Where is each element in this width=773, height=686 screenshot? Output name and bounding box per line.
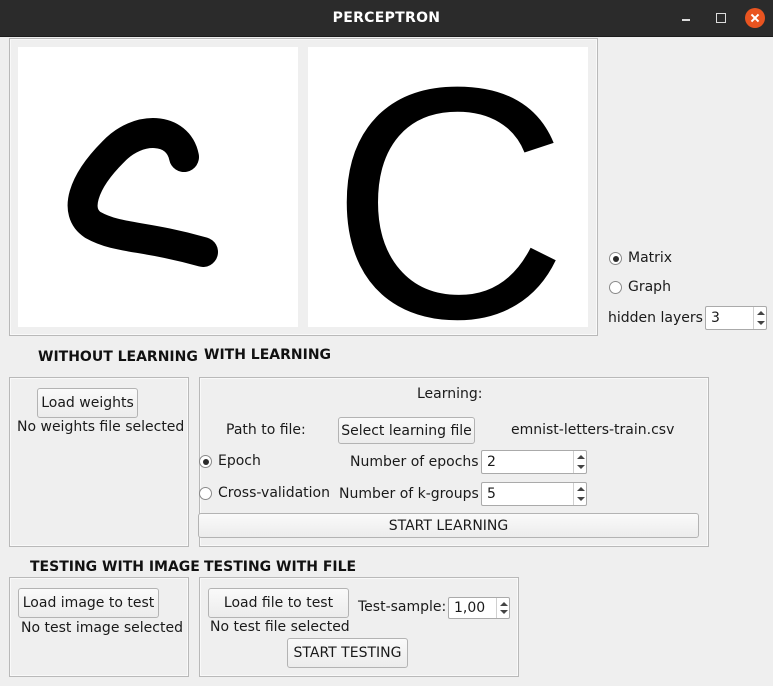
predicted-letter: C	[330, 47, 568, 327]
title-bar: PERCEPTRON	[0, 0, 773, 37]
spin-down-icon[interactable]	[577, 497, 585, 501]
spin-up-icon[interactable]	[577, 455, 585, 459]
matrix-label: Matrix	[628, 250, 673, 266]
prediction-canvas: C	[308, 47, 588, 327]
with-learning-heading: WITH LEARNING	[204, 347, 332, 363]
test-image-status: No test image selected	[21, 620, 183, 636]
testing-image-heading: TESTING WITH IMAGE	[30, 559, 200, 575]
select-learning-file-button[interactable]: Select learning file	[338, 417, 475, 444]
cross-validation-radio[interactable]	[199, 487, 212, 500]
spin-up-icon[interactable]	[577, 487, 585, 491]
drawing-canvas[interactable]	[18, 47, 298, 327]
learning-file-name: emnist-letters-train.csv	[511, 422, 675, 438]
epochs-value: 2	[487, 454, 496, 470]
spin-arrows[interactable]	[753, 307, 766, 329]
epoch-label: Epoch	[218, 453, 261, 469]
start-learning-button[interactable]: START LEARNING	[198, 513, 699, 538]
epochs-label: Number of epochs	[350, 454, 479, 470]
without-learning-heading: WITHOUT LEARNING	[38, 349, 198, 365]
matrix-radio[interactable]	[609, 252, 622, 265]
test-sample-spinbox[interactable]: 1,00	[448, 597, 510, 619]
spin-arrows[interactable]	[573, 483, 586, 505]
spin-arrows[interactable]	[496, 598, 509, 618]
hidden-layers-label: hidden layers	[608, 310, 703, 326]
spin-up-icon[interactable]	[500, 602, 508, 606]
epoch-radio[interactable]	[199, 455, 212, 468]
kgroups-spinbox[interactable]: 5	[481, 482, 587, 506]
hidden-layers-value: 3	[711, 310, 720, 326]
path-label: Path to file:	[226, 422, 306, 438]
minimize-icon[interactable]	[677, 8, 697, 28]
spin-arrows[interactable]	[573, 451, 586, 473]
kgroups-value: 5	[487, 486, 496, 502]
load-file-button[interactable]: Load file to test	[208, 588, 349, 618]
svg-text:C: C	[330, 47, 568, 327]
testing-file-heading: TESTING WITH FILE	[204, 559, 357, 575]
test-file-status: No test file selected	[210, 619, 350, 635]
test-sample-label: Test-sample:	[358, 599, 447, 615]
kgroups-label: Number of k-groups	[339, 486, 479, 502]
epochs-spinbox[interactable]: 2	[481, 450, 587, 474]
graph-radio[interactable]	[609, 281, 622, 294]
test-sample-value: 1,00	[454, 600, 486, 616]
close-icon[interactable]	[745, 8, 765, 28]
window-title: PERCEPTRON	[332, 10, 441, 26]
handwritten-stroke	[67, 118, 218, 267]
spin-down-icon[interactable]	[757, 321, 765, 325]
weights-status: No weights file selected	[17, 419, 185, 435]
hidden-layers-spinbox[interactable]: 3	[705, 306, 767, 330]
spin-down-icon[interactable]	[577, 465, 585, 469]
load-image-button[interactable]: Load image to test	[18, 588, 159, 618]
spin-up-icon[interactable]	[757, 311, 765, 315]
load-weights-button[interactable]: Load weights	[37, 388, 138, 418]
start-testing-button[interactable]: START TESTING	[287, 638, 408, 668]
spin-down-icon[interactable]	[500, 610, 508, 614]
learning-group-title: Learning:	[417, 386, 483, 402]
graph-label: Graph	[628, 279, 671, 295]
maximize-icon[interactable]	[711, 8, 731, 28]
cross-validation-label: Cross-validation	[218, 485, 330, 501]
